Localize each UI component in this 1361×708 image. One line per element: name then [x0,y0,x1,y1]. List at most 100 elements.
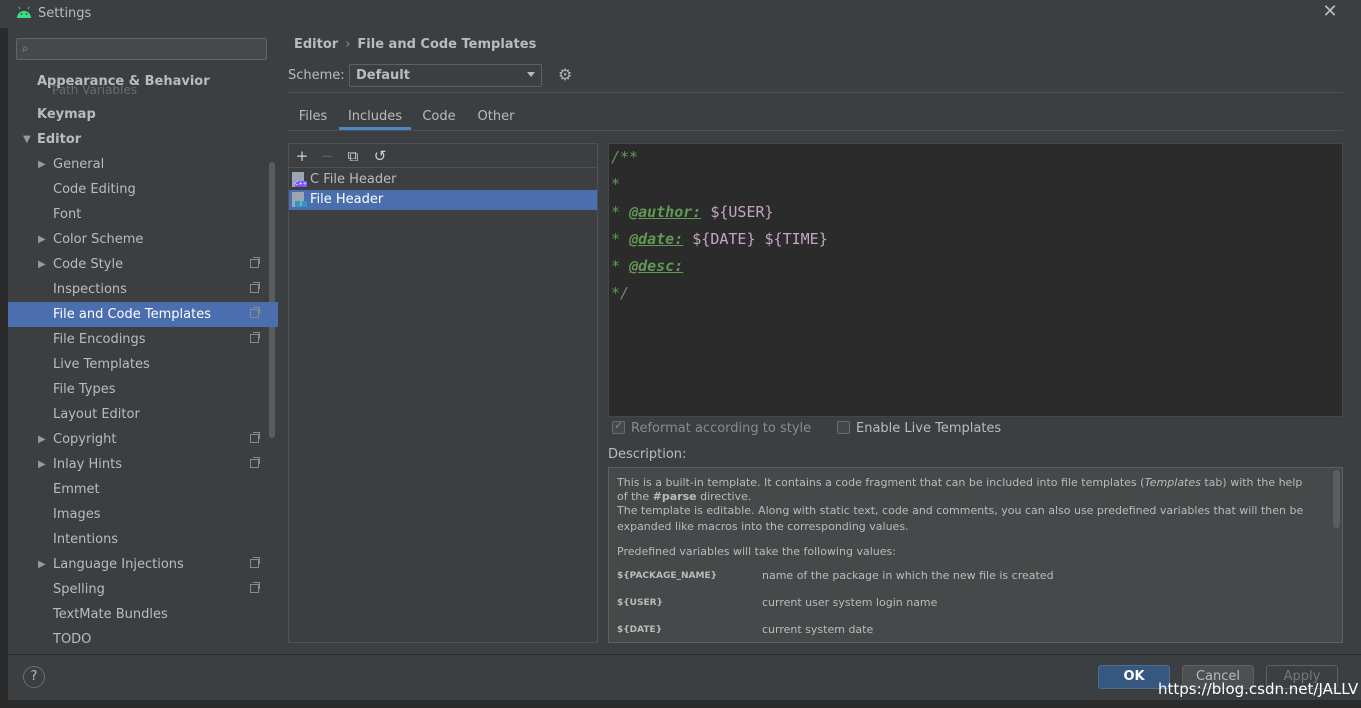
sidebar-item-language-injections[interactable]: ▶ Language Injections [8,552,278,577]
collapsed-arrow-icon[interactable]: ▶ [38,552,46,577]
sidebar-item-live-templates[interactable]: Live Templates [8,352,278,377]
scheme-label: Scheme: [288,68,345,83]
project-scope-icon [250,432,260,443]
sidebar-item-spelling[interactable]: Spelling [8,577,278,602]
scheme-value: Default [356,68,410,83]
collapsed-arrow-icon[interactable]: ▶ [38,427,46,452]
sidebar-item-editor[interactable]: ▼ Editor [8,127,278,152]
variable-desc: current system date [762,623,874,636]
template-item-file-header[interactable]: J File Header [289,190,597,210]
sidebar-item-appearance-behavior[interactable]: Appearance & Behavior [8,69,278,94]
sidebar-item-label: Code Style [53,257,124,272]
template-name: C File Header [310,172,397,187]
tab-includes[interactable]: Includes [339,104,411,130]
sidebar-item-label: Spelling [53,582,105,597]
search-icon: ⌕ [22,41,29,55]
sidebar-item-code-style[interactable]: ▶ Code Style [8,252,278,277]
sidebar-item-todo[interactable]: TODO [8,627,278,652]
variable-desc: name of the package in which the new fil… [762,569,1054,582]
breadcrumb-current: File and Code Templates [357,37,537,52]
sidebar-item-label: File and Code Templates [53,307,211,322]
add-icon[interactable]: + [293,147,311,165]
scheme-dropdown[interactable]: Default [349,64,542,87]
sidebar-item-keymap[interactable]: Keymap [8,102,278,127]
sidebar-item-label: General [53,157,105,172]
settings-search-field[interactable]: ⌕ [16,38,267,60]
collapsed-arrow-icon[interactable]: ▶ [38,252,46,277]
sidebar-item-file-and-code-templates[interactable]: File and Code Templates [8,302,278,327]
sidebar-item-label: File Types [53,382,116,397]
sidebar-item-label: TODO [53,632,92,647]
close-icon[interactable]: ✕ [1321,3,1339,21]
sidebar-item-file-types[interactable]: File Types [8,377,278,402]
collapsed-arrow-icon[interactable]: ▶ [38,452,46,477]
sidebar-item-general[interactable]: ▶ General [8,152,278,177]
reformat-checkbox[interactable] [612,419,625,434]
description-text: of the #parse directive. [617,490,752,503]
code-line: * @desc: [611,257,684,275]
sidebar-item-textmate-bundles[interactable]: TextMate Bundles [8,602,278,627]
sidebar-item-copyright[interactable]: ▶ Copyright [8,427,278,452]
title-bar [0,0,1361,28]
code-line: */ [611,284,630,302]
description-scrollbar[interactable] [1333,470,1340,528]
breadcrumb-parent[interactable]: Editor [294,37,338,52]
sidebar-item-label: Inlay Hints [53,457,122,472]
description-pane: This is a built-in template. It contains… [608,467,1343,643]
expanded-arrow-icon[interactable]: ▼ [23,127,31,152]
sidebar-item-layout-editor[interactable]: Layout Editor [8,402,278,427]
sidebar-item-color-scheme[interactable]: ▶ Color Scheme [8,227,278,252]
code-line: /** [611,148,639,166]
tab-other[interactable]: Other [472,104,520,130]
sidebar-item-label: TextMate Bundles [53,607,168,622]
sidebar-item-label: Intentions [53,532,119,547]
template-list-toolbar: + − ⧉ ↺ [289,144,597,168]
sidebar-item-font[interactable]: Font [8,202,278,227]
sidebar-item-intentions[interactable]: Intentions [8,527,278,552]
breadcrumb-separator: › [345,37,351,52]
live-templates-checkbox[interactable] [837,421,850,434]
template-item-c-file-header[interactable]: C++ C File Header [289,170,597,190]
project-scope-icon [250,332,260,343]
tab-files[interactable]: Files [292,104,334,130]
sidebar-item-label: Language Injections [53,557,184,572]
sidebar-item-label: Font [53,207,82,222]
sidebar-item-emmet[interactable]: Emmet [8,477,278,502]
window-title: Settings [38,6,92,21]
collapsed-arrow-icon[interactable]: ▶ [38,152,46,177]
sidebar-item-label: Images [53,507,101,522]
variable-name: ${DATE} [617,625,663,635]
remove-icon[interactable]: − [318,147,336,165]
project-scope-icon [250,282,260,293]
sidebar-item-label: Copyright [53,432,117,447]
sidebar-item-code-editing[interactable]: Code Editing [8,177,278,202]
template-code-editor[interactable]: /** * * @author: ${USER} * @date: ${DATE… [608,143,1343,417]
sidebar-item-images[interactable]: Images [8,502,278,527]
reset-icon[interactable]: ↺ [371,147,389,165]
breadcrumb: Editor › File and Code Templates [294,37,536,52]
sidebar-item-label: Inspections [53,282,127,297]
project-scope-icon [250,557,260,568]
tab-code[interactable]: Code [418,104,460,130]
project-scope-icon [250,307,260,318]
sidebar-item-inlay-hints[interactable]: ▶ Inlay Hints [8,452,278,477]
copy-icon[interactable]: ⧉ [344,147,362,165]
search-input[interactable] [39,40,263,60]
gear-icon[interactable]: ⚙ [558,67,574,83]
project-scope-icon [250,257,260,268]
sidebar-item-inspections[interactable]: Inspections [8,277,278,302]
description-text: This is a built-in template. It contains… [617,476,1303,489]
code-line: * @date: ${DATE} ${TIME} [611,230,828,248]
project-scope-icon [250,582,260,593]
sidebar-item-label: Appearance & Behavior [37,74,210,89]
live-templates-label: Enable Live Templates [856,421,1002,436]
variable-desc: current user system login name [762,596,938,609]
help-button[interactable]: ? [23,666,45,688]
sidebar-item-label: Live Templates [53,357,150,372]
sidebar-item-label: Code Editing [53,182,136,197]
description-text: The template is editable. Along with sta… [617,504,1304,517]
collapsed-arrow-icon[interactable]: ▶ [38,227,46,252]
template-list-panel [288,143,598,643]
sidebar-item-file-encodings[interactable]: File Encodings [8,327,278,352]
description-label: Description: [608,447,687,462]
